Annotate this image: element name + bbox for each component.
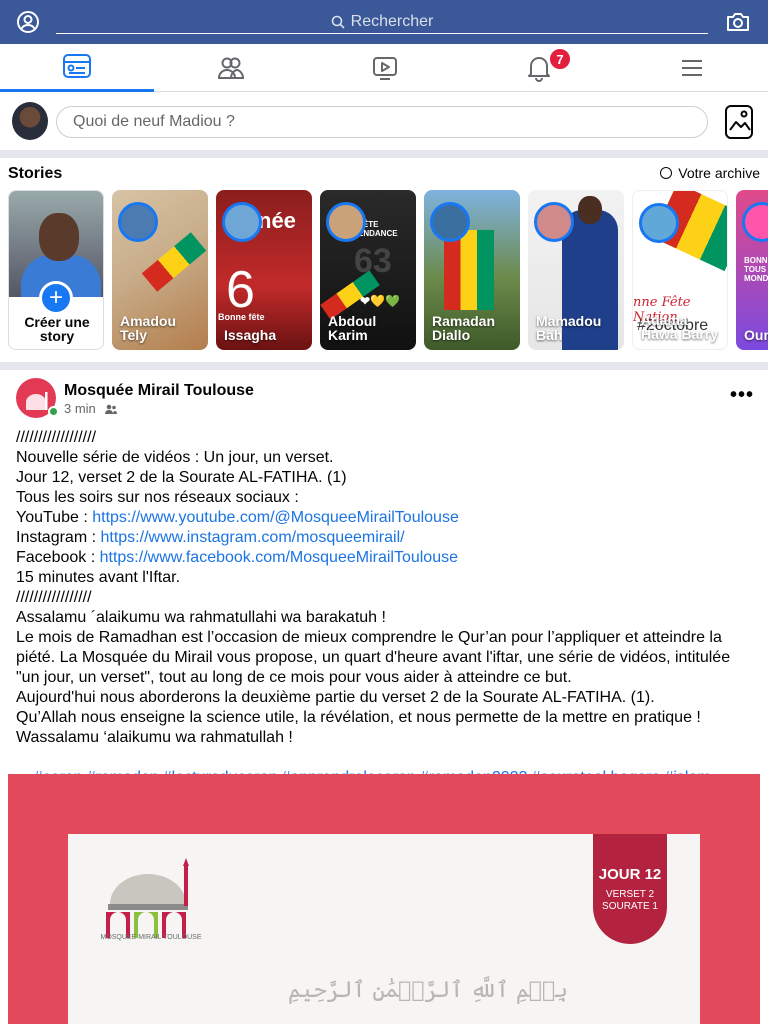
basmala-text: بِسۡمِ ٱللَّهِ ٱلرَّحۡمَٰنِ ٱلرَّحِيمِ [288,978,569,1003]
clock-icon [660,167,673,179]
day-label: JOUR 12 [598,866,662,883]
search-input[interactable]: Rechercher [56,10,708,34]
instagram-label: Instagram : [16,529,101,546]
archive-link[interactable]: Votre archive [660,165,760,181]
friends-icon [217,57,245,79]
verse-label: VERSET 2 [605,889,655,900]
facebook-label: Facebook : [16,549,100,566]
post-line: Jour 12, verset 2 de la Sourate AL-FATIH… [16,469,347,486]
story-name: Amadou Tely [120,313,176,343]
youtube-line: YouTube : https://www.youtube.com/@Mosqu… [16,508,756,528]
story-card[interactable]: Amadou Tely [112,190,208,350]
profile-icon[interactable] [16,10,40,34]
photo-icon[interactable] [724,104,754,140]
feed-icon [63,53,91,78]
search-icon [331,15,345,29]
facebook-line: Facebook : https://www.facebook.com/Mosq… [16,548,756,568]
story-avatar [326,202,366,242]
status-input[interactable]: Quoi de neuf Madiou ? [56,106,708,138]
post-line: ///////////////// [16,589,92,606]
sura-label: SOURATE 1 [602,901,658,912]
flag [444,230,494,310]
story-overlay: Bonne fête [218,312,265,322]
instagram-line: Instagram : https://www.instagram.com/mo… [16,528,756,548]
story-avatar [534,202,574,242]
instagram-link[interactable]: https://www.instagram.com/mosqueemirail/ [100,529,404,546]
create-story-label: Créer une story [24,314,90,344]
story-name: Issagha [224,327,277,343]
plus-icon: + [39,281,73,315]
status-placeholder: Quoi de neuf Madiou ? [73,113,235,130]
search-placeholder: Rechercher [350,12,434,30]
story-card[interactable]: nne Fête Nation #2octobre Adama Hawa Bar… [632,190,728,350]
tab-menu[interactable] [616,44,768,92]
archive-label: Votre archive [678,165,760,181]
story-name: Abdoul Karim [328,313,377,343]
story-name: Ramadan Diallo [432,313,496,343]
post-meta: 3 min [64,401,118,416]
camera-icon[interactable] [725,10,751,34]
story-name: Mamadou Bah [536,313,602,343]
post-line: Qu’Allah nous enseigne la science utile,… [16,709,701,726]
story-name: Adama Hawa Barry [641,312,719,342]
post-text: ////////////////// Nouvelle série de vid… [16,428,756,808]
more-options-button[interactable]: ••• [730,384,754,407]
online-indicator [48,406,59,417]
composer: Quoi de neuf Madiou ? [0,92,768,150]
post-time[interactable]: 3 min [64,401,96,416]
story-avatar [222,202,262,242]
main-nav: 7 [0,44,768,92]
mosque-logo-icon [106,858,189,938]
post-line: Aujourd'hui nous aborderons la deuxième … [16,689,655,706]
logo-caption: MOSQUÉE MIRAIL TOULOUSE [100,934,202,941]
post-line: Assalamu ´alaikumu wa rahmatullahi wa ba… [16,609,386,626]
story-deco-text: BONNETOUSMONDE [744,256,768,283]
story-deco-number: 6 [226,261,255,319]
flag-stripe [141,232,207,292]
top-bar: Rechercher [0,0,768,44]
post-header: Mosquée Mirail Toulouse 3 min ••• [0,370,768,426]
audience-icon [104,404,117,414]
notification-badge: 7 [548,47,572,71]
story-avatar [118,202,158,242]
create-story-card[interactable]: + Créer une story [8,190,104,350]
tab-notifications[interactable]: 7 [462,44,616,92]
divider [0,150,768,158]
tab-feed[interactable] [0,44,154,92]
page-name[interactable]: Mosquée Mirail Toulouse [64,382,254,400]
post-line: Le mois de Ramadhan est l’occasion de mi… [16,629,735,686]
story-card[interactable]: FÊTE ENDANCE 63 ❤💛💚 Abdoul Karim [320,190,416,350]
story-card[interactable]: née 6 Bonne fête Issagha [216,190,312,350]
story-card[interactable]: BONNETOUSMONDE Oum Jalloh [736,190,768,350]
facebook-link[interactable]: https://www.facebook.com/MosqueeMirailTo… [100,549,458,566]
image-card: MOSQUÉE MIRAIL TOULOUSE JOUR 12 VERSET 2… [68,834,700,1024]
watch-icon [373,57,397,80]
story-name: Oum Jalloh [744,327,768,343]
day-badge: JOUR 12 VERSET 2 SOURATE 1 [593,834,667,944]
story-avatar [430,202,470,242]
story-card[interactable]: Ramadan Diallo [424,190,520,350]
tab-friends[interactable] [154,44,308,92]
post-line: ////////////////// [16,429,97,446]
stories-title: Stories [8,165,63,182]
youtube-label: YouTube : [16,509,93,526]
menu-icon [682,60,702,76]
story-person-face [578,196,602,224]
story-card[interactable]: Mamadou Bah [528,190,624,350]
post-line: Nouvelle série de vidéos : Un jour, un v… [16,449,334,466]
story-deco-text: née [258,208,296,233]
hearts-icon: ❤💛💚 [360,294,400,308]
post-line: Wassalamu ‘alaikumu wa rahmatullah ! [16,729,293,746]
post-line: 15 minutes avant l'Iftar. [16,569,181,586]
divider [0,362,768,370]
tab-watch[interactable] [308,44,462,92]
stories-section: Stories Votre archive + Créer une story … [0,158,768,362]
avatar[interactable] [12,102,48,140]
post-image[interactable]: MOSQUÉE MIRAIL TOULOUSE JOUR 12 VERSET 2… [8,774,760,1024]
post-line: Tous les soirs sur nos réseaux sociaux : [16,489,299,506]
create-story-face [39,213,79,261]
youtube-link[interactable]: https://www.youtube.com/@MosqueeMirailTo… [92,509,459,526]
story-avatar [742,202,768,242]
story-avatar [639,203,679,243]
